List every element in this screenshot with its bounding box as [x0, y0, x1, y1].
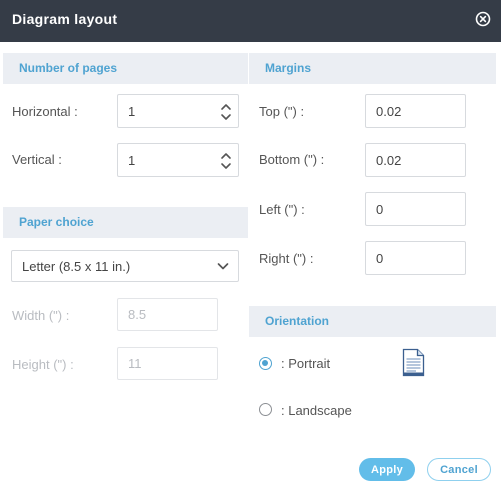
portrait-page-icon	[402, 348, 425, 377]
vertical-label: Vertical :	[12, 152, 62, 167]
spinner-arrows-icon[interactable]	[220, 100, 232, 124]
portrait-radio[interactable]	[259, 357, 272, 370]
cancel-button[interactable]: Cancel	[427, 458, 491, 481]
vertical-pages-value: 1	[128, 152, 136, 168]
number-of-pages-header: Number of pages	[3, 53, 248, 84]
paper-height-field: 11	[117, 347, 218, 380]
apply-button[interactable]: Apply	[359, 458, 415, 481]
margins-heading: Margins	[265, 61, 312, 75]
number-of-pages-heading: Number of pages	[19, 61, 118, 75]
height-label: Height (") :	[12, 357, 74, 372]
paper-size-value: Letter (8.5 x 11 in.)	[22, 258, 131, 274]
chevron-down-icon	[217, 263, 229, 270]
bottom-margin-label: Bottom (") :	[259, 152, 325, 167]
vertical-pages-stepper[interactable]: 1	[117, 143, 239, 177]
left-margin-label: Left (") :	[259, 202, 305, 217]
width-label: Width (") :	[12, 308, 70, 323]
landscape-radio[interactable]	[259, 403, 272, 416]
dialog-title: Diagram layout	[12, 11, 118, 27]
orientation-heading: Orientation	[265, 314, 330, 328]
paper-size-select[interactable]: Letter (8.5 x 11 in.)	[11, 250, 239, 282]
bottom-margin-input[interactable]: 0.02	[365, 143, 466, 177]
right-margin-label: Right (") :	[259, 251, 314, 266]
paper-choice-header: Paper choice	[3, 207, 248, 238]
top-margin-input[interactable]: 0.02	[365, 94, 466, 128]
paper-choice-heading: Paper choice	[19, 215, 94, 229]
margins-header: Margins	[249, 53, 496, 84]
close-icon[interactable]	[474, 10, 492, 28]
left-margin-input[interactable]: 0	[365, 192, 466, 226]
paper-width-field: 8.5	[117, 298, 218, 331]
horizontal-pages-stepper[interactable]: 1	[117, 94, 239, 128]
right-margin-input[interactable]: 0	[365, 241, 466, 275]
dialog-titlebar: Diagram layout	[0, 0, 501, 42]
horizontal-label: Horizontal :	[12, 104, 78, 119]
horizontal-pages-value: 1	[128, 103, 136, 119]
landscape-label[interactable]: : Landscape	[281, 403, 352, 418]
portrait-label[interactable]: : Portrait	[281, 356, 330, 371]
spinner-arrows-icon[interactable]	[220, 149, 232, 173]
orientation-header: Orientation	[249, 306, 496, 337]
top-margin-label: Top (") :	[259, 104, 305, 119]
